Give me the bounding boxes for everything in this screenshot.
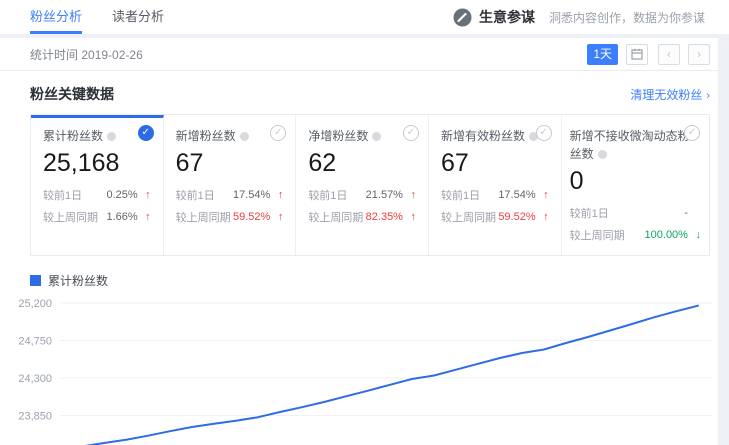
card-value: 0 <box>570 167 701 196</box>
info-dot-icon[interactable] <box>598 150 607 159</box>
compare-row: 较上周同期1.66%↑ <box>43 209 151 225</box>
top-tab-bar: 粉丝分析 读者分析 生意参谋 洞悉内容创作，数据为你参谋 <box>0 0 729 34</box>
unselected-check-icon[interactable]: ✓ <box>403 125 419 141</box>
trend-icon: ↑ <box>270 211 283 223</box>
compare-row: 较前1日- <box>570 205 701 221</box>
chevron-right-icon: › <box>697 47 701 61</box>
card-title: 新增不接收微淘动态粉丝数 <box>570 129 690 161</box>
card-value: 25,168 <box>43 149 151 178</box>
trend-icon: ↑ <box>138 211 151 223</box>
compare-row: 较上周同期59.52%↑ <box>176 209 284 225</box>
card-new-fans[interactable]: ✓ 新增粉丝数 67 较前1日17.54%↑ 较上周同期59.52%↑ <box>164 115 297 255</box>
stat-date: 2019-02-26 <box>81 48 142 62</box>
card-title: 净增粉丝数 <box>308 129 368 143</box>
calendar-button[interactable] <box>626 44 648 65</box>
chevron-left-icon: ‹ <box>667 47 671 61</box>
metric-cards: ✓ 累计粉丝数 25,168 较前1日0.25%↑ 较上周同期1.66%↑ ✓ … <box>30 114 710 256</box>
trend-icon: ↑ <box>270 189 283 201</box>
date-toolbar: 统计时间 2019-02-26 1天 ‹ › <box>0 38 718 71</box>
trend-icon: ↑ <box>403 189 416 201</box>
y-tick-label: 24,300 <box>18 373 52 385</box>
trend-icon: ↑ <box>536 211 549 223</box>
trend-icon: ↑ <box>138 189 151 201</box>
unselected-check-icon[interactable]: ✓ <box>536 125 552 141</box>
brand-name: 生意参谋 <box>479 7 535 27</box>
trend-icon: ↓ <box>688 229 701 241</box>
compare-row: 较前1日17.54%↑ <box>441 187 549 203</box>
legend-swatch-icon <box>30 275 41 286</box>
card-new-no-weitao-fans[interactable]: ✓ 新增不接收微淘动态粉丝数 0 较前1日- 较上周同期100.00%↓ <box>562 115 709 255</box>
stat-time-label: 统计时间 2019-02-26 <box>30 46 143 63</box>
info-dot-icon[interactable] <box>240 132 249 141</box>
card-new-valid-fans[interactable]: ✓ 新增有效粉丝数 67 较前1日17.54%↑ 较上周同期59.52%↑ <box>429 115 562 255</box>
card-value: 62 <box>308 149 416 178</box>
compare-row: 较上周同期82.35%↑ <box>308 209 416 225</box>
card-value: 67 <box>176 149 284 178</box>
tab-fans-analysis[interactable]: 粉丝分析 <box>30 0 82 34</box>
next-day-button[interactable]: › <box>688 44 710 65</box>
trend-icon: ↑ <box>403 211 416 223</box>
legend-label: 累计粉丝数 <box>48 272 108 289</box>
y-tick-label: 25,200 <box>18 298 52 310</box>
card-net-fans[interactable]: ✓ 净增粉丝数 62 较前1日21.57%↑ 较上周同期82.35%↑ <box>296 115 429 255</box>
selected-check-icon[interactable]: ✓ <box>138 125 154 141</box>
fans-trend-chart: 23,40023,85024,30024,75025,20001-2801-31… <box>8 289 714 445</box>
clean-invalid-fans-link[interactable]: 清理无效粉丝› <box>630 86 710 103</box>
cumulative-fans-line <box>60 306 698 445</box>
brand-area: 生意参谋 洞悉内容创作，数据为你参谋 <box>453 7 705 27</box>
prev-day-button[interactable]: ‹ <box>658 44 680 65</box>
calendar-icon <box>631 48 643 60</box>
unselected-check-icon[interactable]: ✓ <box>270 125 286 141</box>
info-dot-icon[interactable] <box>372 132 381 141</box>
y-tick-label: 24,750 <box>18 336 52 348</box>
section-title: 粉丝关键数据 <box>30 84 114 104</box>
sycm-logo-icon <box>453 8 472 27</box>
main-panel: 统计时间 2019-02-26 1天 ‹ › 粉丝关键数据 清理无效 <box>0 38 718 445</box>
card-title: 累计粉丝数 <box>43 129 103 143</box>
brand-slogan: 洞悉内容创作，数据为你参谋 <box>549 9 705 26</box>
chart-area: 23,40023,85024,30024,75025,20001-2801-31… <box>8 289 718 445</box>
card-value: 67 <box>441 149 549 178</box>
range-1day-button[interactable]: 1天 <box>587 44 618 65</box>
trend-icon: ↑ <box>536 189 549 201</box>
card-title: 新增有效粉丝数 <box>441 129 525 143</box>
compare-row: 较前1日0.25%↑ <box>43 187 151 203</box>
compare-row: 较前1日17.54%↑ <box>176 187 284 203</box>
y-tick-label: 23,850 <box>18 411 52 423</box>
card-total-fans[interactable]: ✓ 累计粉丝数 25,168 较前1日0.25%↑ 较上周同期1.66%↑ <box>31 115 164 255</box>
tab-reader-analysis[interactable]: 读者分析 <box>112 0 164 34</box>
unselected-check-icon[interactable]: ✓ <box>684 125 700 141</box>
card-title: 新增粉丝数 <box>176 129 236 143</box>
compare-row: 较上周同期100.00%↓ <box>570 227 701 243</box>
compare-row: 较前1日21.57%↑ <box>308 187 416 203</box>
info-dot-icon[interactable] <box>107 132 116 141</box>
compare-row: 较上周同期59.52%↑ <box>441 209 549 225</box>
section-header: 粉丝关键数据 清理无效粉丝› <box>0 71 718 114</box>
chevron-right-icon: › <box>706 90 710 102</box>
chart-legend: 累计粉丝数 <box>30 272 710 289</box>
